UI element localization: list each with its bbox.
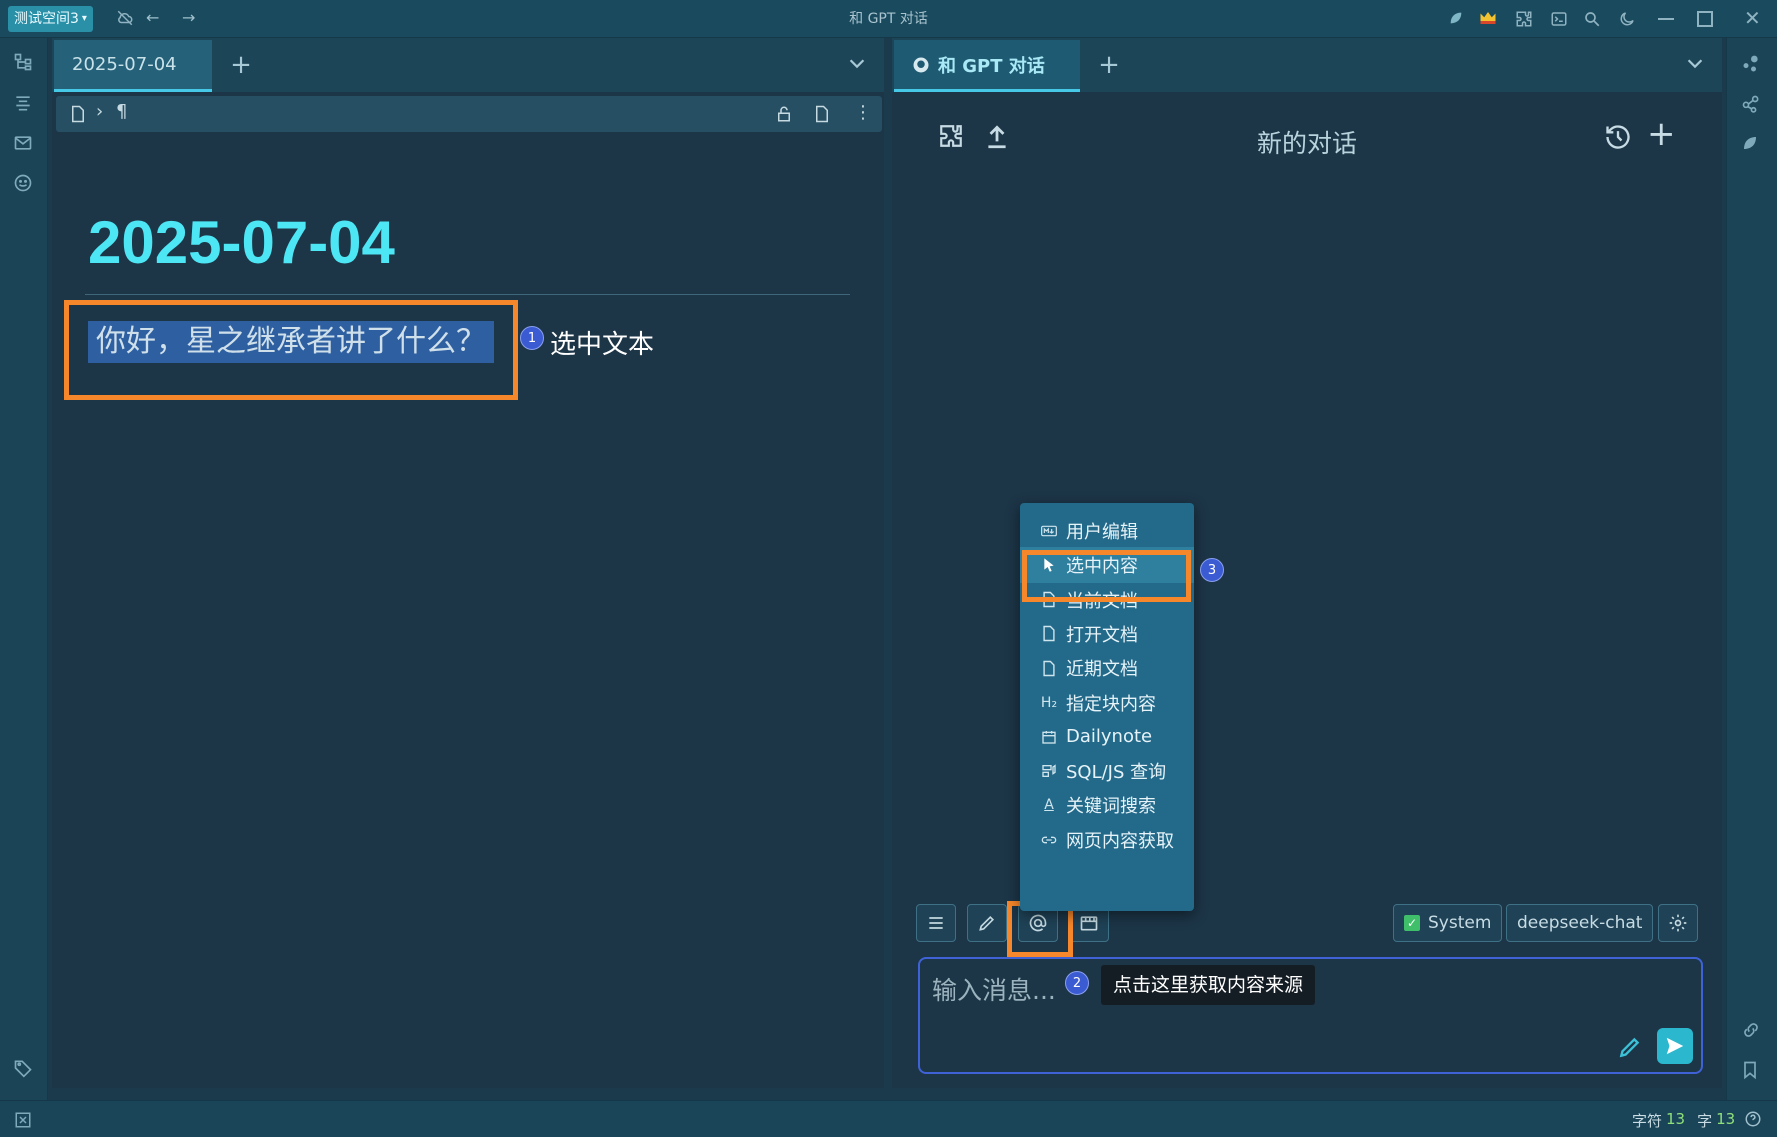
highlight-box-selection [64, 300, 518, 400]
bookmark-icon[interactable] [1741, 1060, 1763, 1082]
model-label: deepseek-chat [1517, 913, 1643, 933]
window-title: 和 GPT 对话 [849, 11, 928, 27]
heading-icon: H₂ [1040, 694, 1058, 711]
menu-item[interactable]: H₂ 指定块内容 [1020, 685, 1194, 721]
leaf-icon[interactable] [1448, 10, 1464, 26]
page-title: 2025-07-04 [88, 209, 395, 276]
model-selector[interactable]: deepseek-chat [1506, 904, 1654, 942]
markdown-icon [1040, 522, 1058, 540]
step-2-tooltip: 点击这里获取内容来源 [1101, 965, 1316, 1005]
tab-label: 和 GPT 对话 [938, 55, 1045, 77]
document-icon[interactable] [814, 105, 830, 123]
tab-daily-note[interactable]: 2025-07-04 [54, 40, 212, 92]
settings-button[interactable] [1658, 904, 1698, 942]
title-divider [85, 294, 850, 295]
github-icon [912, 56, 930, 74]
chevron-down-icon[interactable] [1684, 52, 1708, 76]
minimize-icon[interactable] [1658, 18, 1674, 20]
add-tab-icon[interactable]: + [226, 50, 256, 80]
menu-item-label: 指定块内容 [1066, 693, 1156, 715]
document-icon [1040, 625, 1058, 643]
system-toggle[interactable]: ✓ System [1393, 904, 1503, 942]
chat-tab-bar: 和 GPT 对话 + [892, 38, 1722, 92]
smiley-icon[interactable] [13, 173, 35, 195]
pencil-icon[interactable] [1617, 1034, 1643, 1060]
leaf-icon[interactable] [1741, 134, 1763, 156]
tab-label: 2025-07-04 [72, 54, 177, 75]
system-label: System [1428, 913, 1492, 933]
query-icon [1040, 762, 1058, 780]
checkbox-checked-icon: ✓ [1404, 915, 1420, 931]
calendar-icon [1040, 728, 1058, 746]
menu-item-label: 关键词搜索 [1066, 796, 1156, 818]
outline-tree-icon[interactable] [13, 52, 35, 74]
help-icon[interactable] [1744, 1110, 1762, 1128]
chevron-down-icon[interactable] [846, 52, 870, 76]
dock-toggle-icon[interactable] [14, 1111, 32, 1129]
history-icon[interactable] [1604, 123, 1634, 153]
new-chat-icon[interactable]: + [1647, 117, 1677, 151]
maximize-icon[interactable] [1697, 11, 1713, 27]
menu-item-label: 打开文档 [1066, 624, 1138, 646]
tag-icon[interactable] [13, 1058, 35, 1080]
menu-item-label: 网页内容获取 [1066, 830, 1174, 852]
menu-item[interactable]: A 关键词搜索 [1020, 787, 1194, 823]
puzzle-icon[interactable] [1515, 10, 1533, 28]
menu-item-label: Dailynote [1066, 726, 1153, 748]
menu-item[interactable]: 打开文档 [1020, 616, 1194, 652]
menu-item[interactable]: 网页内容获取 [1020, 822, 1194, 858]
document-icon [1040, 659, 1058, 677]
menu-button[interactable] [916, 904, 956, 942]
search-icon[interactable] [1583, 10, 1601, 28]
inbox-icon[interactable] [13, 133, 35, 155]
paragraph-icon[interactable]: ¶ [116, 101, 127, 122]
words-label: 字 [1697, 1112, 1713, 1130]
tab-gpt-chat[interactable]: 和 GPT 对话 [894, 40, 1080, 92]
step-badge-2: 2 [1065, 971, 1089, 995]
link-icon[interactable] [1741, 1020, 1763, 1042]
left-dock [0, 38, 48, 1100]
unlock-icon[interactable] [776, 105, 792, 123]
menu-item[interactable]: 近期文档 [1020, 650, 1194, 686]
menu-item[interactable]: SQL/JS 查询 [1020, 753, 1194, 789]
more-vertical-icon[interactable]: ⋮ [854, 102, 872, 123]
keyword-icon: A [1044, 797, 1054, 814]
menu-item[interactable]: 用户编辑 [1020, 513, 1194, 549]
crown-icon[interactable] [1479, 10, 1497, 26]
chars-value: 13 [1666, 1110, 1686, 1128]
menu-item-label: SQL/JS 查询 [1066, 762, 1167, 784]
words-value: 13 [1716, 1110, 1736, 1128]
edit-button[interactable] [967, 904, 1007, 942]
menu-item-label: 用户编辑 [1066, 522, 1138, 543]
graph-icon[interactable] [1741, 94, 1763, 116]
chat-title: 新的对话 [1256, 129, 1357, 158]
add-tab-icon[interactable]: + [1094, 50, 1124, 80]
moon-icon[interactable] [1618, 10, 1636, 28]
send-button[interactable] [1657, 1028, 1693, 1064]
highlight-box-selected-content [1022, 550, 1191, 602]
close-icon[interactable]: ✕ [1744, 6, 1761, 30]
menu-item[interactable]: Dailynote [1020, 719, 1194, 755]
document-icon[interactable] [70, 105, 86, 123]
ai-nodes-icon[interactable] [1741, 54, 1763, 76]
word-count: 字符 13 字 13 [1632, 1110, 1735, 1131]
step-badge-3: 3 [1200, 558, 1224, 582]
breadcrumb-separator: › [96, 101, 104, 122]
terminal-icon[interactable] [1550, 10, 1568, 28]
title-bar: 测试空间3 ▾ ← → 和 GPT 对话 ✕ [0, 0, 1777, 38]
editor-tab-bar: 2025-07-04 + [52, 38, 884, 92]
menu-item-label: 近期文档 [1066, 659, 1138, 681]
right-dock [1726, 38, 1777, 1100]
step-1-label: 选中文本 [550, 330, 655, 360]
link-icon [1040, 831, 1058, 849]
chars-label: 字符 [1632, 1112, 1663, 1130]
editor-pane: 2025-07-04 + › ¶ ⋮ 2025-07-04 你好，星之继承者讲了… [52, 38, 884, 1088]
list-align-icon[interactable] [13, 93, 35, 115]
step-badge-1: 1 [520, 326, 544, 350]
breadcrumb: › ¶ ⋮ [56, 96, 882, 132]
status-bar: 字符 13 字 13 [0, 1100, 1777, 1137]
input-placeholder: 输入消息... [932, 976, 1056, 1005]
